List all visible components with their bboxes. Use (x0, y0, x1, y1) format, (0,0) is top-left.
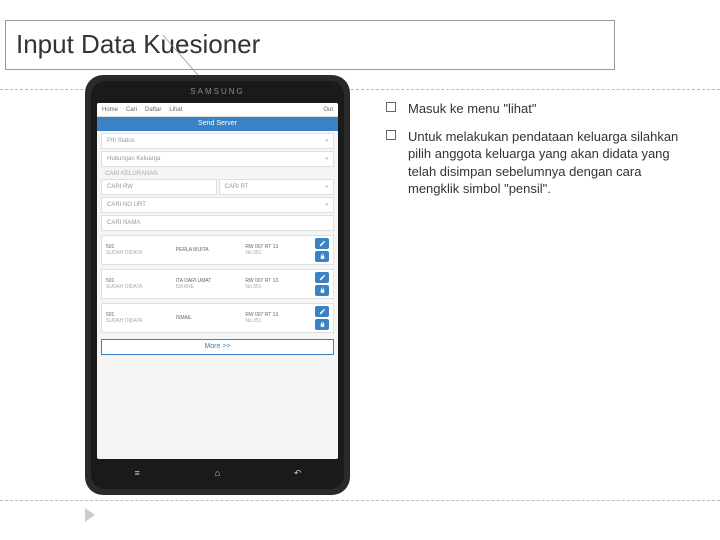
phone-screen: Home Cari Daftar Lihat Out Send Server P… (97, 103, 338, 459)
table-row: 501SUDAH DIDATA ITA DARI UMATISKANE RW 0… (101, 269, 334, 299)
field-nourut[interactable]: CARI NO URT▾ (101, 197, 334, 213)
nav-lihat[interactable]: Lihat (169, 107, 182, 113)
pencil-icon[interactable] (315, 272, 329, 283)
table-row: 501SUDAH DIDATA PERLA MIJITA RW 007 RT 1… (101, 235, 334, 265)
menu-icon[interactable]: ≡ (127, 468, 147, 480)
field-rw[interactable]: CARI RW (101, 179, 217, 195)
send-server-bar[interactable]: Send Server (97, 117, 338, 131)
lock-icon[interactable] (315, 251, 329, 262)
instruction-text: Masuk ke menu "lihat" (408, 100, 536, 118)
pencil-icon[interactable] (315, 306, 329, 317)
divider-bottom (0, 500, 720, 501)
chevron-down-icon: ▾ (325, 202, 328, 208)
nav-out[interactable]: Out (323, 107, 333, 113)
back-icon[interactable]: ↶ (288, 468, 308, 480)
chevron-down-icon: ▾ (325, 138, 328, 144)
instruction-list: Masuk ke menu "lihat" Untuk melakukan pe… (386, 100, 696, 208)
list-item: Masuk ke menu "lihat" (386, 100, 696, 118)
phone-navbar: ≡ ⌂ ↶ (97, 465, 338, 483)
nav-home[interactable]: Home (102, 107, 118, 113)
phone-mockup: SAMSUNG Home Cari Daftar Lihat Out Send … (85, 75, 350, 495)
nav-daftar[interactable]: Daftar (145, 107, 161, 113)
instruction-text: Untuk melakukan pendataan keluarga silah… (408, 128, 696, 198)
more-button[interactable]: More >> (101, 339, 334, 355)
page-title: Input Data Kuesioner (16, 29, 604, 60)
chevron-down-icon: ▾ (325, 184, 328, 190)
table-row: 501SUDAH DIDATA ISMAIL RW 007 RT 13No.35… (101, 303, 334, 333)
field-hubungan[interactable]: Hubungan Keluarga▾ (101, 151, 334, 167)
field-pih-status[interactable]: PIh Status▾ (101, 133, 334, 149)
bullet-icon (386, 130, 396, 140)
play-icon (85, 508, 95, 522)
label-kelurahan: CARI KELURAHAN (105, 171, 330, 177)
phone-brand: SAMSUNG (91, 87, 344, 96)
title-container: Input Data Kuesioner (5, 20, 615, 70)
chevron-down-icon: ▾ (325, 156, 328, 162)
phone-body: SAMSUNG Home Cari Daftar Lihat Out Send … (91, 81, 344, 489)
field-nama[interactable]: CARI NAMA (101, 215, 334, 231)
pencil-icon[interactable] (315, 238, 329, 249)
bullet-icon (386, 102, 396, 112)
app-topbar: Home Cari Daftar Lihat Out (97, 103, 338, 117)
home-icon[interactable]: ⌂ (207, 468, 227, 480)
list-item: Untuk melakukan pendataan keluarga silah… (386, 128, 696, 198)
lock-icon[interactable] (315, 319, 329, 330)
lock-icon[interactable] (315, 285, 329, 296)
nav-cari[interactable]: Cari (126, 107, 137, 113)
field-rt[interactable]: CARI RT▾ (219, 179, 335, 195)
